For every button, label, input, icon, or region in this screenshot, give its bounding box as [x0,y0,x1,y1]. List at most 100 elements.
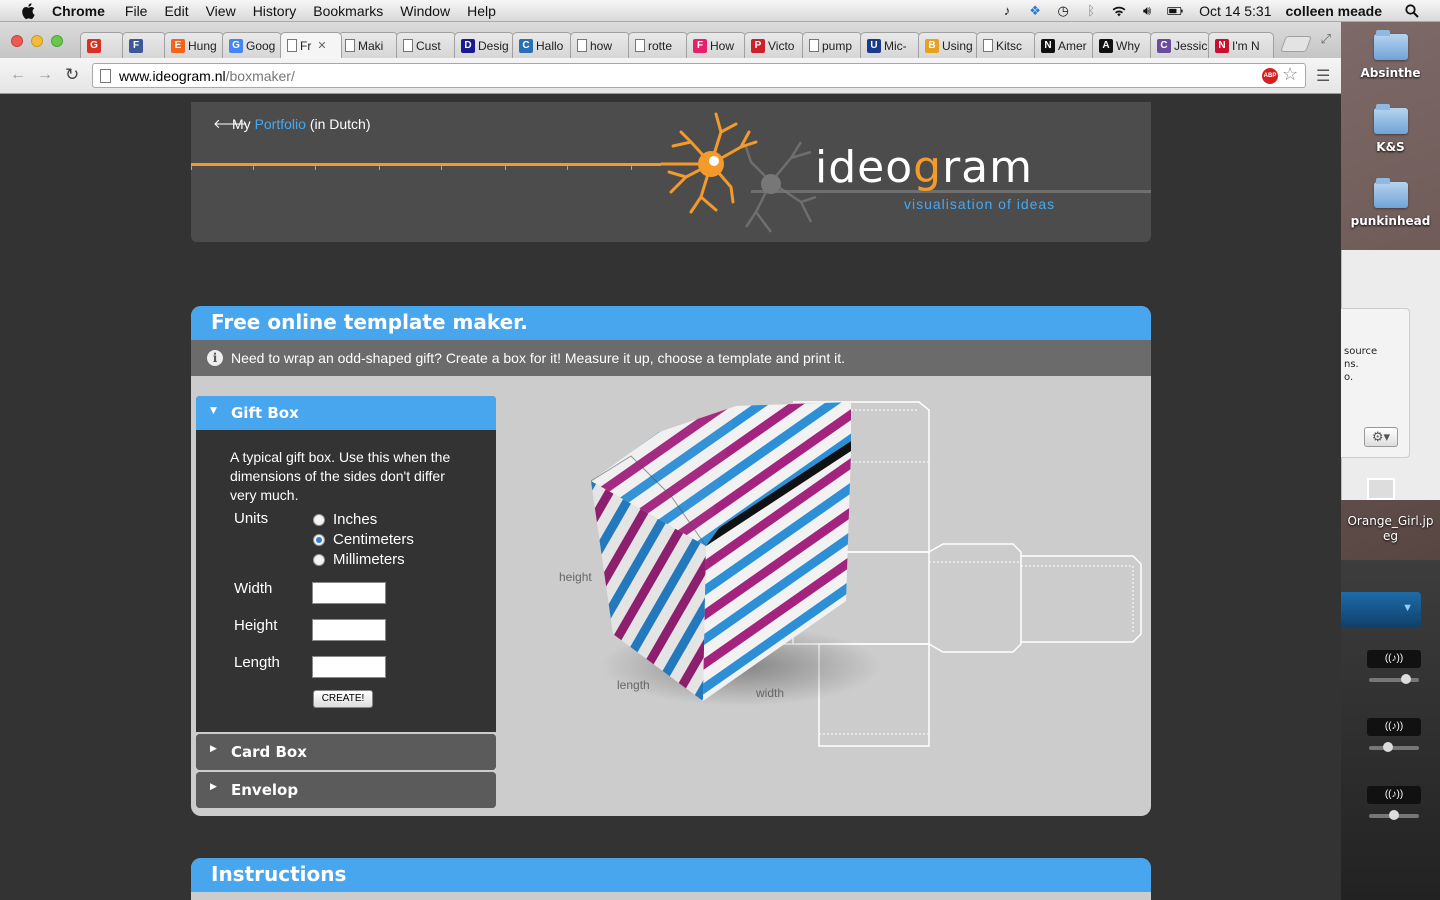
desktop-folder-ks[interactable]: K&S [1341,104,1440,154]
browser-tab[interactable]: rotte [628,32,688,58]
browser-tab[interactable]: F How [686,32,746,58]
volume-slider[interactable] [1369,742,1419,752]
radio-centimeters[interactable]: Centimeters [313,531,414,548]
bluetooth-icon[interactable]: ᛒ [1083,3,1099,19]
circle-icon: C [1157,38,1171,53]
volume-slider[interactable] [1369,810,1419,820]
desktop-icon-label: punkinhead [1350,214,1431,228]
browser-tab[interactable]: Kitsc [976,32,1036,58]
etsy-icon: E [171,38,185,53]
battery-icon[interactable] [1167,3,1183,19]
music-note-icon[interactable]: ♪ [999,3,1015,19]
menu-clock[interactable]: Oct 14 5:31 [1199,3,1271,19]
gift-box-description: A typical gift box. Use this when the di… [230,449,451,503]
tab-active[interactable]: Fr ✕ [280,32,342,58]
volume-slider[interactable] [1369,674,1419,684]
gear-icon[interactable]: ⚙▾ [1364,427,1398,447]
image-file-icon[interactable] [1367,478,1395,500]
browser-tab[interactable]: Cust [396,32,456,58]
radio-button-selected[interactable] [313,533,325,546]
tab-label: Hallo [536,38,564,53]
wifi-icon[interactable] [1111,3,1127,19]
slider-knob[interactable] [1401,674,1411,684]
radio-inches[interactable]: Inches [313,511,377,528]
browser-tab[interactable]: D Desig [454,32,514,58]
menu-window[interactable]: Window [400,3,450,19]
speaker-icon[interactable]: ((♪)) [1367,650,1421,668]
browser-tab[interactable]: Maki [338,32,398,58]
zoom-window-button[interactable] [51,35,63,47]
volume-icon[interactable]: 🔊︎ [1139,3,1155,19]
background-window[interactable]: source ns. o. ⚙▾ [1341,250,1440,500]
spotlight-search-icon[interactable] [1404,3,1420,19]
tab-label: Using [942,38,973,53]
menu-bookmarks[interactable]: Bookmarks [313,3,383,19]
speaker-icon[interactable]: ((♪)) [1367,786,1421,804]
menu-edit[interactable]: Edit [164,3,188,19]
radio-millimeters[interactable]: Millimeters [313,551,405,568]
site-logo[interactable]: ideogram [815,142,1033,193]
time-machine-icon[interactable]: ◷ [1055,3,1071,19]
slider-knob[interactable] [1389,810,1399,820]
fullscreen-icon[interactable]: ⤢ [1321,31,1331,47]
card-box-title: Card Box [231,743,307,761]
radio-label: Inches [333,511,378,528]
browser-tab[interactable]: how [570,32,630,58]
card-box-header[interactable]: ▶ Card Box [196,734,496,770]
create-button[interactable]: CREATE! [313,690,373,708]
reload-button[interactable]: ↻ [65,65,79,85]
minimize-window-button[interactable] [31,35,43,47]
browser-tab[interactable]: G Goog [222,32,282,58]
site-header: 🡐 My Portfolio (in Dutch) ideogram visua… [191,102,1151,242]
browser-tab[interactable]: N Amer [1034,32,1094,58]
apple-menu-icon[interactable] [18,2,38,19]
browser-tab[interactable]: C Hallo [512,32,572,58]
desktop-folder-punkinhead[interactable]: punkinhead [1341,178,1440,228]
slider-knob[interactable] [1383,742,1393,752]
browser-tab[interactable]: G [80,32,124,58]
browser-tab[interactable]: A Why [1092,32,1152,58]
radio-button[interactable] [313,513,325,526]
browser-tab[interactable]: pump [802,32,862,58]
browser-tab[interactable]: N I'm N [1208,32,1274,58]
length-dimension-label: length [617,678,650,692]
new-tab-button[interactable] [1280,36,1312,52]
radio-button[interactable] [313,553,325,566]
length-input[interactable] [312,656,386,678]
mixer-dropdown[interactable] [1341,592,1421,628]
browser-tab[interactable]: B Using [918,32,978,58]
width-input[interactable] [312,582,386,604]
envelop-header[interactable]: ▶ Envelop [196,772,496,808]
chrome-menu-icon[interactable]: ☰ [1316,66,1330,86]
desktop-area: Absinthe K&S punkinhead source ns. o. ⚙▾… [1341,22,1440,900]
menu-file[interactable]: File [125,3,148,19]
menu-view[interactable]: View [206,3,236,19]
browser-toolbar: ← → ↻ www.ideogram.nl/boxmaker/ ABP ☆ ☰ [0,58,1341,94]
forward-button[interactable]: → [37,66,53,84]
menu-help[interactable]: Help [467,3,496,19]
browser-tab[interactable]: C Jessic [1150,32,1210,58]
speaker-icon[interactable]: ((♪)) [1367,718,1421,736]
user-menu[interactable]: colleen meade [1286,3,1383,19]
portfolio-link[interactable]: Portfolio [255,116,306,132]
bookmark-star-icon[interactable]: ☆ [1282,64,1298,85]
close-window-button[interactable] [11,35,23,47]
dropbox-icon[interactable]: ❖ [1027,3,1043,19]
site-tagline: visualisation of ideas [904,196,1056,212]
gift-box-header[interactable]: ▼ Gift Box [196,396,496,430]
address-bar[interactable]: www.ideogram.nl/boxmaker/ [92,63,1306,88]
portfolio-suffix: (in Dutch) [309,116,371,132]
app-menu[interactable]: Chrome [52,3,105,19]
menu-history[interactable]: History [253,3,297,19]
browser-tab[interactable]: U Mic- [860,32,920,58]
adblock-icon[interactable]: ABP [1262,68,1278,84]
back-button[interactable]: ← [10,66,26,84]
google-doc-icon: G [229,38,243,53]
browser-tab[interactable]: E Hung [164,32,224,58]
browser-tab[interactable]: F [122,32,166,58]
browser-tab[interactable]: P Victo [744,32,804,58]
desktop-folder-absinthe[interactable]: Absinthe [1341,30,1440,80]
close-tab-icon[interactable]: ✕ [317,39,326,52]
desktop-file-label[interactable]: Orange_Girl.jp eg [1341,514,1440,544]
height-input[interactable] [312,619,386,641]
